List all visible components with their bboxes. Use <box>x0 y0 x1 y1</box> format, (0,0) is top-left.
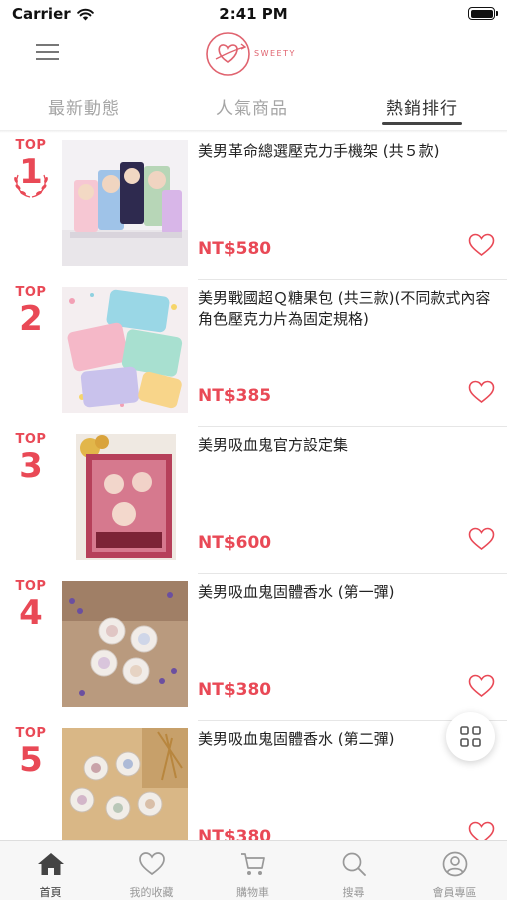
rank-label: TOP <box>15 285 47 300</box>
list-item[interactable]: TOP 2 美男戰國超Ｑ糖果包 (共三款)(不同款式內容角色壓克力片為固定規格)… <box>0 280 507 427</box>
favorite-heart-icon[interactable] <box>468 233 495 257</box>
bestseller-list: TOP 1 美男革命總選壓克力手機架 (共５款) NT$580 TOP 2 美男… <box>0 133 507 840</box>
product-price: NT$380 <box>198 827 272 840</box>
rank-label: TOP <box>15 432 47 447</box>
grid-icon <box>460 726 481 747</box>
rank-badge: TOP 1 <box>8 133 54 198</box>
list-item[interactable]: TOP 1 美男革命總選壓克力手機架 (共５款) NT$580 <box>0 133 507 280</box>
rank-badge: TOP 3 <box>8 427 54 485</box>
rank-number: 1 <box>19 152 43 192</box>
logo-heart-icon <box>206 32 250 76</box>
status-bar: Carrier 2:41 PM <box>0 0 507 30</box>
product-price: NT$580 <box>198 239 272 259</box>
product-image[interactable] <box>62 728 188 840</box>
rank-label: TOP <box>15 726 47 741</box>
user-icon <box>442 851 468 877</box>
rank-number: 3 <box>19 446 43 486</box>
nav-label: 首頁 <box>39 886 62 899</box>
product-price: NT$380 <box>198 680 272 700</box>
favorite-heart-icon[interactable] <box>468 380 495 404</box>
heart-icon <box>139 852 165 876</box>
active-tab-indicator <box>382 122 462 125</box>
product-price: NT$600 <box>198 533 272 553</box>
rank-label: TOP <box>15 579 47 594</box>
rank-badge: TOP 2 <box>8 280 54 338</box>
favorite-heart-icon[interactable] <box>468 527 495 551</box>
product-image[interactable] <box>62 287 188 413</box>
category-tabs: 最新動態 人氣商品 熱銷排行 <box>0 88 507 128</box>
product-title[interactable]: 美男戰國超Ｑ糖果包 (共三款)(不同款式內容角色壓克力片為固定規格) <box>198 288 498 330</box>
nav-label: 搜尋 <box>342 886 365 899</box>
rank-badge: TOP 5 <box>8 721 54 779</box>
rank-number: 4 <box>19 593 43 633</box>
nav-label: 我的收藏 <box>129 886 174 899</box>
tab-bestsellers[interactable]: 熱銷排行 <box>386 94 458 119</box>
product-image[interactable] <box>62 140 188 266</box>
nav-cart[interactable]: 購物車 <box>202 841 303 900</box>
nav-home[interactable]: 首頁 <box>0 841 101 900</box>
logo-text: SWEETY <box>254 49 296 58</box>
product-image[interactable] <box>62 434 188 560</box>
product-title[interactable]: 美男吸血鬼固體香水 (第一彈) <box>198 582 498 603</box>
list-item[interactable]: TOP 5 美男吸血鬼固體香水 (第二彈) NT$380 <box>0 721 507 840</box>
list-item[interactable]: TOP 3 美男吸血鬼官方設定集 NT$600 <box>0 427 507 574</box>
nav-favorites[interactable]: 我的收藏 <box>101 841 202 900</box>
clock: 2:41 PM <box>219 5 288 23</box>
list-item[interactable]: TOP 4 美男吸血鬼固體香水 (第一彈) NT$380 <box>0 574 507 721</box>
cart-icon <box>241 853 265 875</box>
search-icon <box>342 852 366 876</box>
product-title[interactable]: 美男吸血鬼官方設定集 <box>198 435 498 456</box>
nav-member[interactable]: 會員專區 <box>404 841 505 900</box>
rank-label: TOP <box>15 138 47 153</box>
hamburger-menu-icon[interactable] <box>36 42 59 62</box>
tab-latest[interactable]: 最新動態 <box>48 94 120 119</box>
rank-number: 5 <box>19 740 43 780</box>
favorite-heart-icon[interactable] <box>468 674 495 698</box>
rank-number: 2 <box>19 299 43 339</box>
nav-label: 購物車 <box>236 886 269 899</box>
nav-search[interactable]: 搜尋 <box>303 841 404 900</box>
grid-view-button[interactable] <box>446 712 495 761</box>
product-title[interactable]: 美男革命總選壓克力手機架 (共５款) <box>198 141 498 162</box>
battery-icon <box>468 7 498 20</box>
bottom-tab-bar: 首頁 我的收藏 購物車 搜尋 會員專區 <box>0 840 507 900</box>
rank-badge: TOP 4 <box>8 574 54 632</box>
nav-label: 會員專區 <box>432 886 477 899</box>
product-image[interactable] <box>62 581 188 707</box>
app-header: SWEETY <box>0 30 507 82</box>
tab-popular[interactable]: 人氣商品 <box>216 94 288 119</box>
home-icon <box>38 853 64 875</box>
product-price: NT$385 <box>198 386 272 406</box>
favorite-heart-icon[interactable] <box>468 821 495 840</box>
sweety-logo[interactable]: SWEETY <box>204 30 314 78</box>
